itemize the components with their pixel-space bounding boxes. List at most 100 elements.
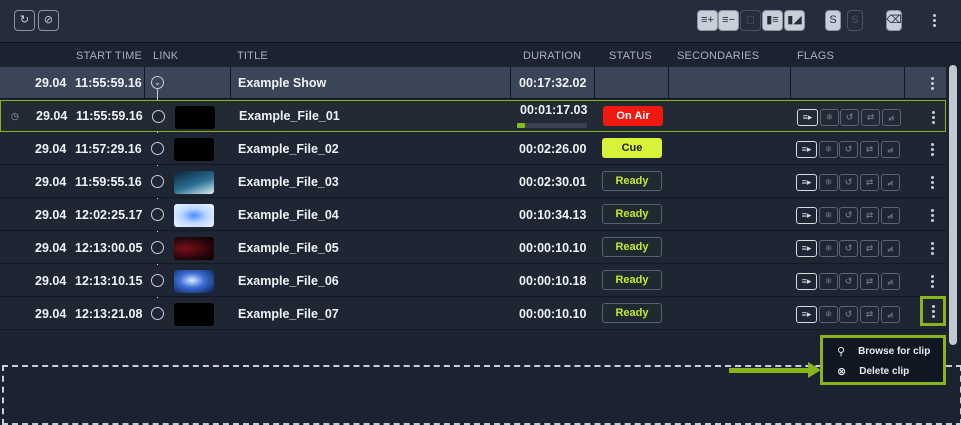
clip-thumbnail (174, 303, 214, 326)
flag-playlist-icon[interactable]: ≡▸ (796, 306, 817, 323)
flag-freeze-icon[interactable]: ❄ (820, 109, 839, 126)
clip-row-6[interactable]: 29.04 12:13:10.15 Example_File_06 00:00:… (0, 265, 946, 297)
list-view-icon[interactable]: ▮≡ (762, 10, 783, 31)
lock-icon[interactable]: ◻ (740, 10, 761, 31)
flag-no-video-icon[interactable]: ⦯ (881, 306, 900, 323)
clip-row-5[interactable]: 29.04 12:13:00.05 Example_File_05 00:00:… (0, 232, 946, 264)
row-date: 29.04 (36, 109, 68, 123)
clip-thumbnail (175, 106, 215, 129)
flag-freeze-icon[interactable]: ❄ (819, 207, 838, 224)
flag-swap-icon[interactable]: ⇄ (860, 306, 879, 323)
row-duration: 00:02:30.01 (519, 174, 587, 189)
script-disabled-icon[interactable]: S (847, 10, 863, 31)
flag-playlist-icon[interactable]: ≡▸ (796, 207, 817, 224)
flag-no-video-icon[interactable]: ⦯ (881, 207, 900, 224)
clip-row-2[interactable]: 29.04 11:57:29.16 Example_File_02 00:02:… (0, 133, 946, 165)
flag-playlist-icon[interactable]: ≡▸ (796, 141, 817, 158)
flag-loop-icon[interactable]: ↺ (839, 141, 858, 158)
row-menu-icon[interactable] (931, 176, 934, 189)
row-date: 29.04 (35, 306, 67, 321)
show-row[interactable]: 29.04 11:55:59.16 ⌄ Example Show 00:17:3… (0, 67, 946, 99)
row-title: Example_File_02 (238, 141, 339, 156)
flag-no-video-icon[interactable]: ⦯ (881, 174, 900, 191)
row-duration: 00:01:17.03 (520, 103, 588, 117)
flag-no-video-icon[interactable]: ⦯ (882, 109, 901, 126)
flag-no-video-icon[interactable]: ⦯ (881, 240, 900, 257)
menu-item-browse[interactable]: ⚲ Browse for clip (837, 342, 930, 360)
col-status[interactable]: STATUS (609, 50, 652, 62)
flag-freeze-icon[interactable]: ❄ (819, 273, 838, 290)
row-menu-icon[interactable] (931, 77, 934, 90)
flag-loop-icon[interactable]: ↺ (839, 306, 858, 323)
remove-item-icon[interactable]: ≡− (718, 10, 739, 31)
link-node-icon[interactable] (151, 307, 164, 320)
link-node-icon[interactable] (151, 142, 164, 155)
refresh-icon[interactable]: ↻ (14, 10, 35, 31)
link-node-icon[interactable] (152, 110, 165, 123)
script-icon[interactable]: S (825, 10, 841, 31)
flag-swap-icon[interactable]: ⇄ (860, 273, 879, 290)
col-secondaries[interactable]: SECONDARIES (677, 50, 759, 62)
col-flags[interactable]: FLAGS (797, 50, 834, 62)
flag-freeze-icon[interactable]: ❄ (819, 174, 838, 191)
flag-no-video-icon[interactable]: ⦯ (881, 273, 900, 290)
annotation-arrow-icon (729, 368, 811, 373)
row-title: Example_File_04 (238, 207, 339, 222)
flag-swap-icon[interactable]: ⇄ (860, 240, 879, 257)
flag-loop-icon[interactable]: ↺ (839, 207, 858, 224)
show-title: Example Show (238, 75, 327, 90)
row-duration: 00:02:26.00 (519, 141, 587, 156)
flag-loop-icon[interactable]: ↺ (839, 174, 858, 191)
col-title[interactable]: TITLE (237, 50, 268, 62)
scrollbar-thumb[interactable] (949, 65, 957, 345)
clip-row-4[interactable]: 29.04 12:02:25.17 Example_File_04 00:10:… (0, 199, 946, 231)
row-date: 29.04 (35, 174, 67, 189)
link-node-icon[interactable] (151, 241, 164, 254)
flag-playlist-icon[interactable]: ≡▸ (796, 240, 817, 257)
clip-row-7[interactable]: 29.04 12:13:21.08 Example_File_07 00:00:… (0, 296, 946, 330)
row-menu-icon[interactable] (931, 242, 934, 255)
no-timer-icon[interactable]: ⊘ (38, 10, 59, 31)
flag-swap-icon[interactable]: ⇄ (860, 141, 879, 158)
flag-swap-icon[interactable]: ⇄ (861, 109, 880, 126)
flag-freeze-icon[interactable]: ❄ (819, 141, 838, 158)
row-time: 11:59:55.16 (75, 174, 142, 189)
more-icon[interactable] (924, 10, 945, 31)
row-menu-icon[interactable] (932, 111, 935, 124)
row-menu-icon-highlighted[interactable] (920, 296, 946, 326)
clip-row-1[interactable]: ◷ 29.04 11:55:59.16 Example_File_01 00:0… (0, 100, 946, 132)
row-date: 29.04 (35, 207, 67, 222)
col-link[interactable]: LINK (153, 50, 178, 62)
row-menu-icon[interactable] (931, 275, 934, 288)
col-duration[interactable]: DURATION (523, 50, 581, 62)
row-title: Example_File_07 (238, 306, 339, 321)
trash-icon[interactable]: ⌫ (886, 10, 902, 31)
flag-swap-icon[interactable]: ⇄ (860, 174, 879, 191)
collapse-chevron-icon[interactable]: ⌄ (151, 76, 164, 89)
col-start-time[interactable]: START TIME (76, 50, 142, 62)
row-menu-icon[interactable] (931, 143, 934, 156)
flag-playlist-icon[interactable]: ≡▸ (796, 273, 817, 290)
row-duration: 00:00:10.18 (519, 273, 587, 288)
flag-swap-icon[interactable]: ⇄ (860, 207, 879, 224)
row-time: 11:55:59.16 (76, 109, 143, 123)
link-node-icon[interactable] (151, 175, 164, 188)
clip-row-3[interactable]: 29.04 11:59:55.16 Example_File_03 00:02:… (0, 166, 946, 198)
flag-playlist-icon[interactable]: ≡▸ (796, 174, 817, 191)
row-date: 29.04 (35, 240, 67, 255)
toolbar: ↻ ⊘ ≡+ ≡− ◻ ▮≡ ▮◢ S S ⌫ (0, 0, 961, 43)
flag-loop-icon[interactable]: ↺ (839, 240, 858, 257)
flag-freeze-icon[interactable]: ❄ (819, 306, 838, 323)
link-node-icon[interactable] (151, 274, 164, 287)
add-item-icon[interactable]: ≡+ (697, 10, 718, 31)
flag-loop-icon[interactable]: ↺ (840, 109, 859, 126)
flag-freeze-icon[interactable]: ❄ (819, 240, 838, 257)
flag-playlist-icon[interactable]: ≡▸ (797, 109, 818, 126)
flag-no-video-icon[interactable]: ⦯ (881, 141, 900, 158)
menu-item-delete[interactable]: ⊗ Delete clip (837, 362, 909, 380)
link-node-icon[interactable] (151, 208, 164, 221)
flag-loop-icon[interactable]: ↺ (839, 273, 858, 290)
segment-icon[interactable]: ▮◢ (784, 10, 805, 31)
row-menu-icon[interactable] (931, 209, 934, 222)
row-title: Example_File_03 (238, 174, 339, 189)
